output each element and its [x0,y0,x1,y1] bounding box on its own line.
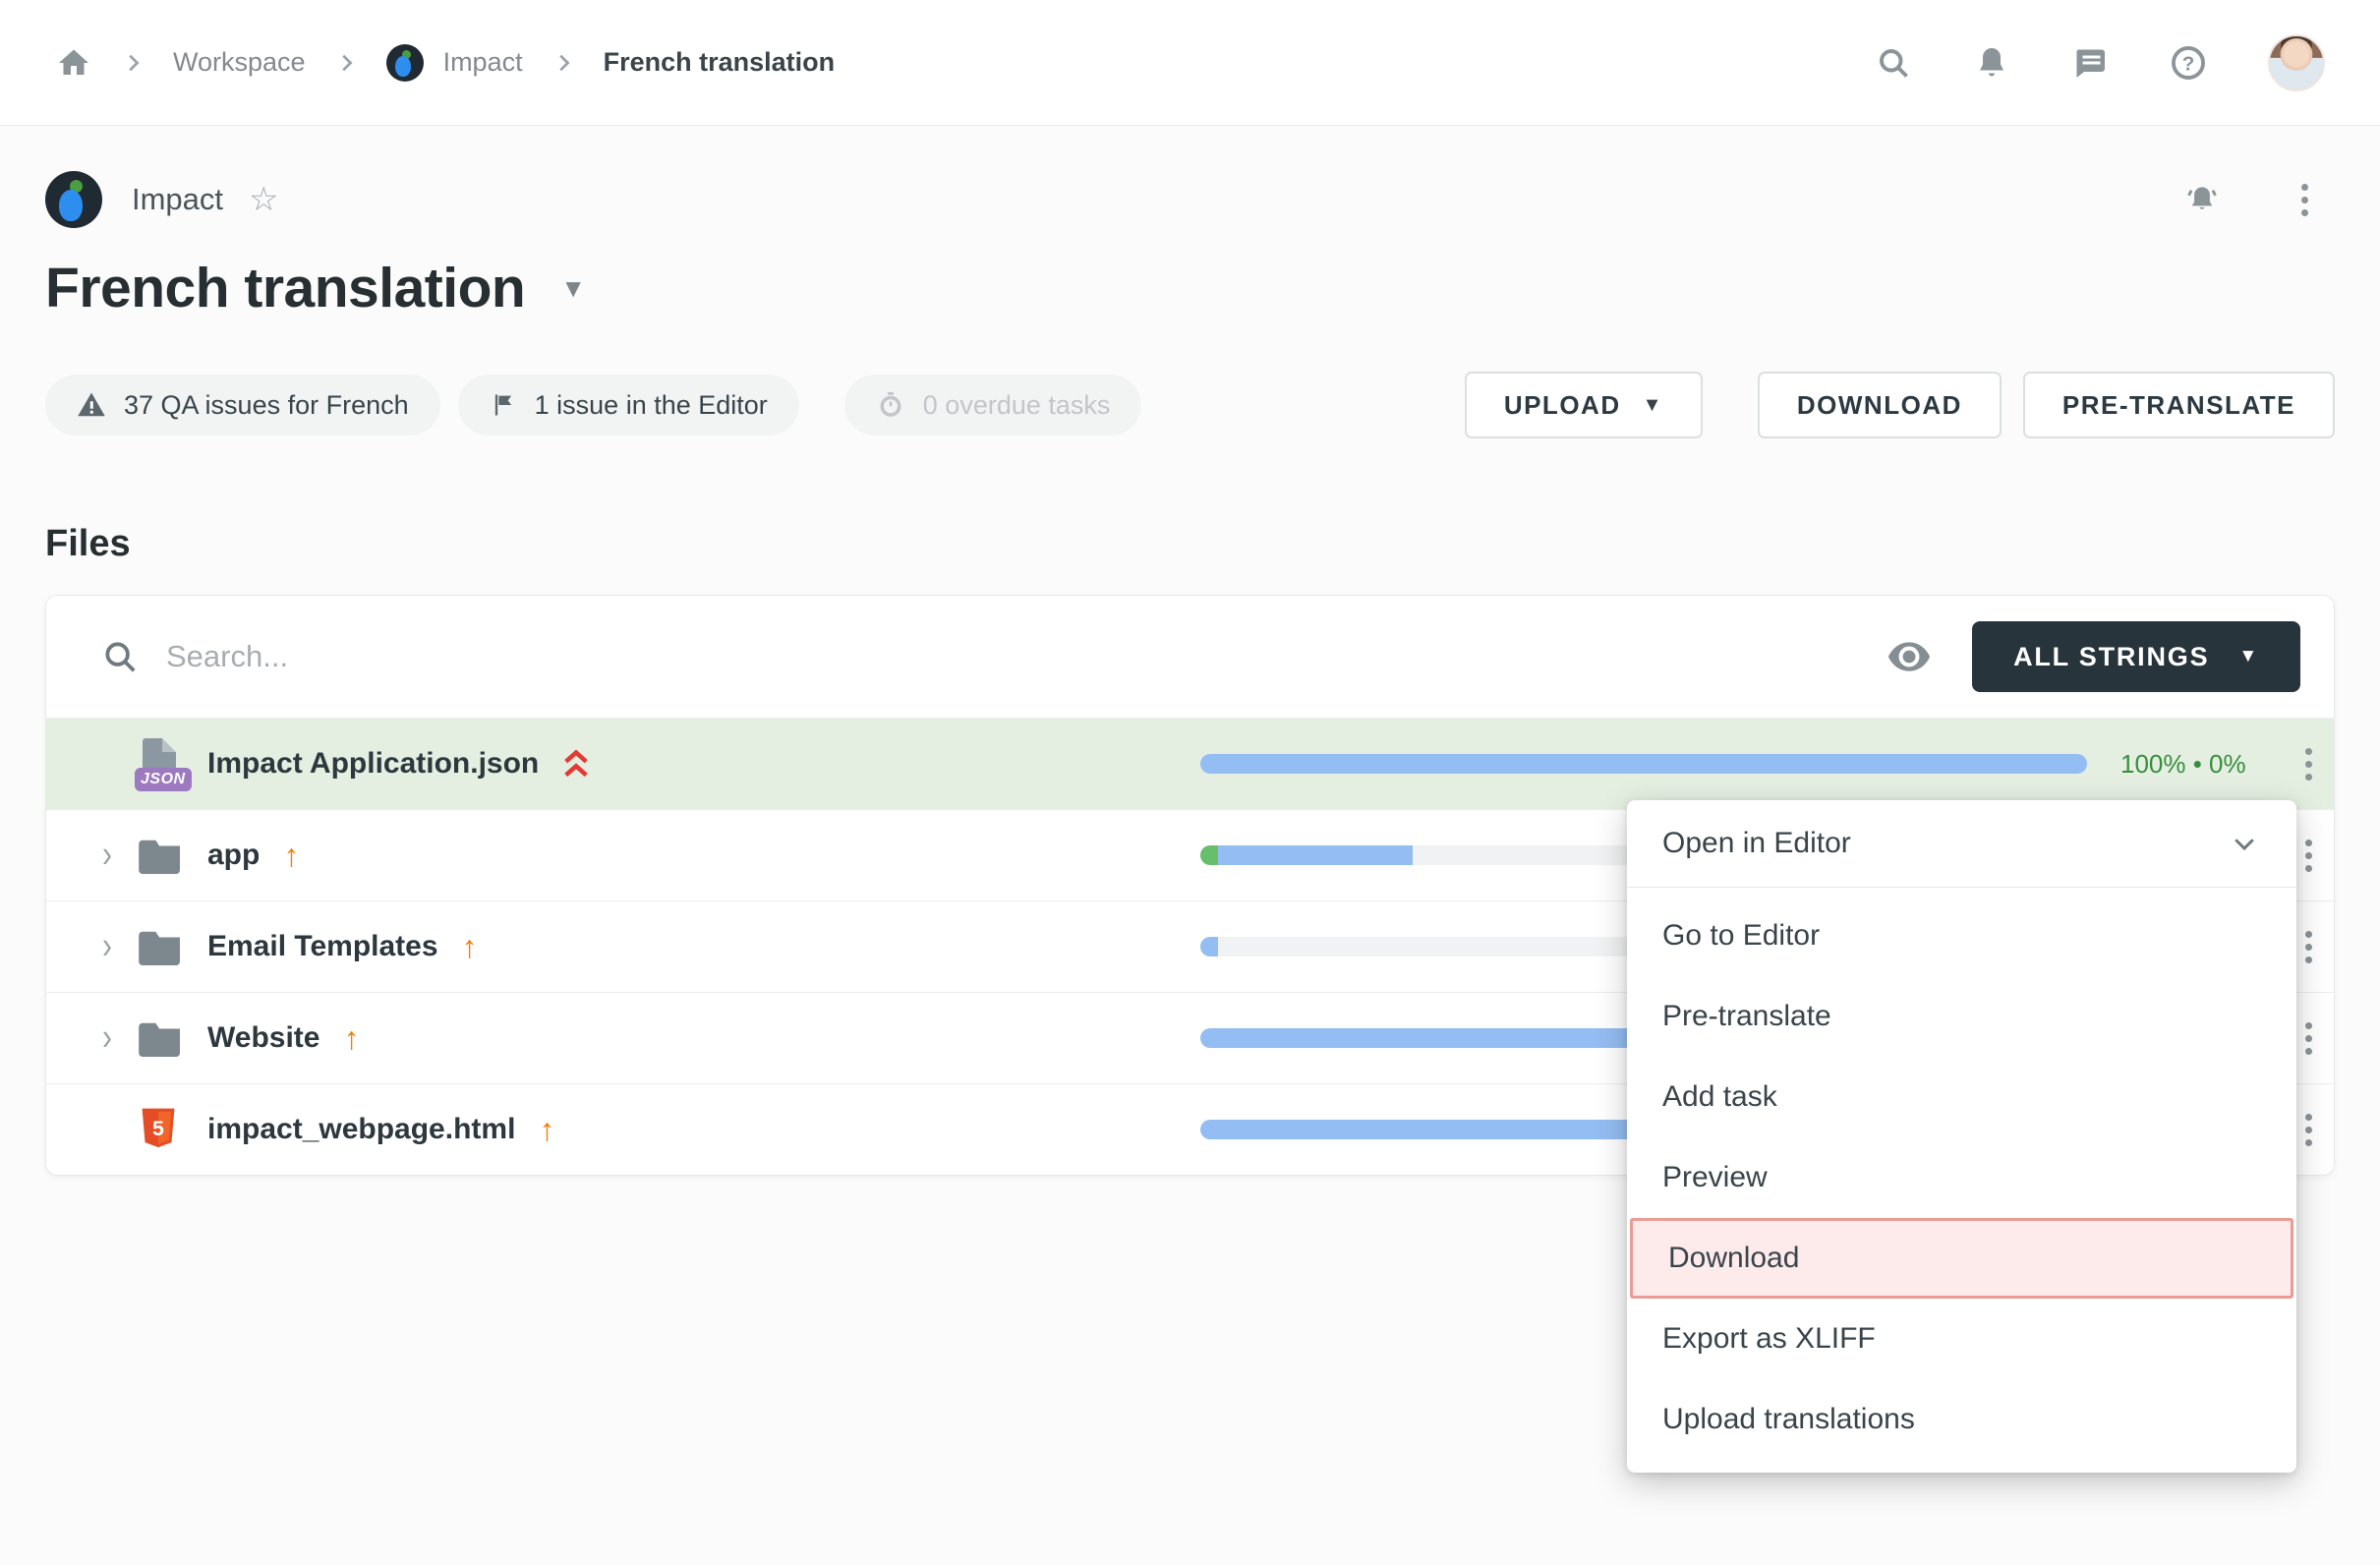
project-logo-icon [45,171,102,228]
editor-issue-label: 1 issue in the Editor [535,390,768,421]
folder-name: app [207,839,260,872]
context-menu-export-as-xliff[interactable]: Export as XLIFF [1627,1299,2296,1379]
status-badges-row: 37 QA issues for French 1 issue in the E… [45,372,2335,438]
context-menu-upload-translations[interactable]: Upload translations [1627,1379,2296,1460]
breadcrumb-separator-icon [552,52,574,74]
messages-icon[interactable] [2071,44,2109,82]
download-button[interactable]: DOWNLOAD [1758,372,2002,438]
qa-issues-label: 37 QA issues for French [124,390,409,421]
file-name: impact_webpage.html [207,1113,515,1146]
project-name: Impact [132,182,223,217]
expand-chevron-icon[interactable]: › [102,925,112,968]
title-dropdown-caret-icon[interactable]: ▼ [560,273,586,304]
visibility-eye-icon[interactable] [1880,633,1939,680]
svg-text:5: 5 [152,1117,164,1140]
context-menu-header-label: Open in Editor [1662,827,1851,860]
progress-stats: 100% • 0% [2087,749,2284,780]
context-menu-divider [1627,887,2296,888]
files-heading: Files [45,523,2335,565]
pre-translate-button[interactable]: PRE-TRANSLATE [2023,372,2335,438]
files-search-row: ALL STRINGS ▼ [46,596,2334,718]
qa-issues-badge[interactable]: 37 QA issues for French [45,375,440,435]
high-priority-icon [562,748,590,780]
html-file-icon: 5 [139,1107,178,1152]
breadcrumb-project[interactable]: Impact [386,44,523,82]
search-icon[interactable] [1875,44,1912,82]
folder-icon [139,928,184,965]
row-menu-kebab-icon[interactable] [2299,834,2318,878]
folder-name: Website [207,1021,319,1055]
breadcrumb-separator-icon [122,52,144,74]
favorite-star-icon[interactable]: ☆ [249,183,278,216]
context-menu-add-task[interactable]: Add task [1627,1057,2296,1137]
context-menu-open-in-editor[interactable]: Open in Editor [1627,800,2296,887]
pre-translate-button-label: PRE-TRANSLATE [2062,390,2295,421]
stopwatch-icon [876,390,905,420]
help-icon[interactable]: ? [2170,44,2207,82]
context-menu-pre-translate[interactable]: Pre-translate [1627,976,2296,1057]
row-menu-kebab-icon[interactable] [2299,1108,2318,1152]
breadcrumb-project-label: Impact [443,47,523,78]
overdue-tasks-label: 0 overdue tasks [923,390,1111,421]
upload-arrow-icon: ↑ [462,931,478,962]
breadcrumb-separator-icon [335,52,357,74]
topbar: Workspace Impact French translation ? [0,0,2380,126]
page-title: French translation [45,256,525,320]
project-header: Impact ☆ [45,171,2335,228]
editor-issue-badge[interactable]: 1 issue in the Editor [458,375,799,435]
row-menu-kebab-icon[interactable] [2299,1016,2318,1061]
expand-chevron-icon[interactable]: › [102,1016,112,1060]
download-button-label: DOWNLOAD [1797,390,1962,421]
file-name: Impact Application.json [207,747,539,781]
files-search-input[interactable] [166,639,1880,674]
breadcrumb-current: French translation [604,47,836,78]
context-menu-go-to-editor[interactable]: Go to Editor [1627,896,2296,976]
context-menu-download[interactable]: Download [1630,1218,2293,1299]
subscribe-bell-icon[interactable] [2183,181,2221,218]
breadcrumb: Workspace Impact French translation [55,44,835,82]
svg-text:?: ? [2182,52,2195,75]
chevron-down-icon [2230,829,2259,858]
upload-arrow-icon: ↑ [343,1022,359,1054]
file-row-impact-application-json[interactable]: JSON Impact Application.json 100% • 0% [46,718,2334,809]
upload-button[interactable]: UPLOAD ▼ [1465,372,1703,438]
row-menu-kebab-icon[interactable] [2299,742,2318,786]
warning-icon [77,390,106,420]
notifications-icon[interactable] [1973,44,2010,82]
row-menu-kebab-icon[interactable] [2299,925,2318,969]
file-actions: UPLOAD ▼ DOWNLOAD PRE-TRANSLATE [1465,372,2335,438]
topbar-actions: ? [1875,34,2325,91]
context-menu-preview[interactable]: Preview [1627,1137,2296,1218]
file-context-menu: Open in Editor Go to Editor Pre-translat… [1627,800,2296,1473]
breadcrumb-workspace[interactable]: Workspace [173,47,306,78]
strings-filter-caret-icon: ▼ [2238,646,2259,667]
expand-chevron-icon[interactable]: › [102,834,112,877]
folder-icon [139,1019,184,1057]
upload-arrow-icon: ↑ [283,840,299,871]
upload-caret-icon: ▼ [1643,394,1663,417]
strings-filter-button[interactable]: ALL STRINGS ▼ [1972,621,2300,692]
overdue-tasks-badge[interactable]: 0 overdue tasks [844,375,1142,435]
json-file-icon: JSON [139,736,182,791]
upload-arrow-icon: ↑ [539,1114,554,1145]
flag-icon [490,391,517,419]
page-title-row: French translation ▼ [45,256,2335,320]
upload-button-label: UPLOAD [1504,390,1621,421]
progress-bar [1200,754,2087,774]
home-icon[interactable] [55,44,92,82]
project-menu-kebab-icon[interactable] [2286,181,2323,218]
folder-icon [139,837,184,874]
project-logo-icon [386,44,424,82]
strings-filter-label: ALL STRINGS [2013,642,2209,672]
user-avatar[interactable] [2268,34,2325,91]
folder-name: Email Templates [207,930,438,963]
search-icon [101,638,139,675]
